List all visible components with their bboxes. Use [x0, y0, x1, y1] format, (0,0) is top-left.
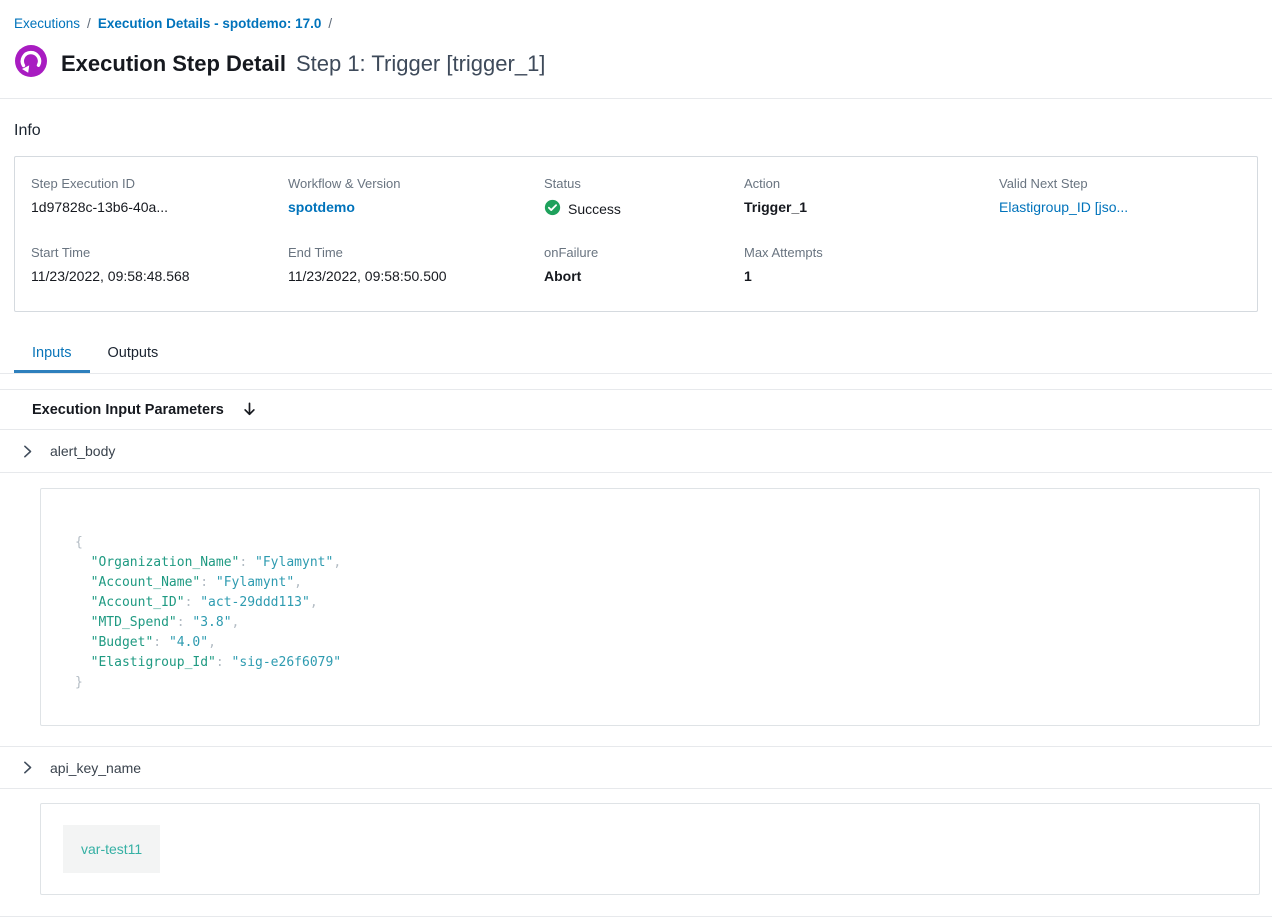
field-workflow-version: Workflow & Version spotdemo	[288, 176, 544, 219]
status-value: Success	[544, 199, 744, 219]
info-section-title: Info	[0, 99, 1272, 156]
field-end-time: End Time 11/23/2022, 09:58:50.500	[288, 245, 544, 284]
execution-input-parameters-header: Execution Input Parameters	[0, 389, 1272, 430]
param-row-api-key-name[interactable]: api_key_name	[0, 746, 1272, 789]
chevron-right-icon	[20, 444, 35, 459]
field-value: Abort	[544, 268, 744, 284]
field-valid-next-step: Valid Next Step Elastigroup_ID [jso...	[999, 176, 1241, 219]
breadcrumb-separator: /	[328, 16, 332, 31]
tab-inputs[interactable]: Inputs	[14, 334, 90, 373]
field-onfailure: onFailure Abort	[544, 245, 744, 284]
next-step-link[interactable]: Elastigroup_ID [jso...	[999, 199, 1241, 215]
api-key-name-value-panel: var-test11	[40, 803, 1260, 895]
page-title: Execution Step Detail	[61, 51, 286, 77]
field-label: Max Attempts	[744, 245, 999, 260]
param-name: alert_body	[50, 443, 115, 459]
field-label: Start Time	[31, 245, 288, 260]
field-value: 1d97828c-13b6-40a...	[31, 199, 288, 215]
success-check-icon	[544, 199, 561, 219]
param-row-alert-body[interactable]: alert_body	[0, 430, 1272, 473]
breadcrumb-link-execution-details[interactable]: Execution Details - spotdemo: 17.0	[98, 16, 322, 31]
execution-input-parameters-section: Execution Input Parameters alert_body { …	[0, 389, 1272, 919]
download-arrow-icon[interactable]	[241, 401, 258, 418]
field-max-attempts: Max Attempts 1	[744, 245, 999, 284]
field-label: Workflow & Version	[288, 176, 544, 191]
info-card: Step Execution ID 1d97828c-13b6-40a... W…	[14, 156, 1258, 312]
field-step-execution-id: Step Execution ID 1d97828c-13b6-40a...	[31, 176, 288, 219]
alert-body-code-panel: { "Organization_Name": "Fylamynt", "Acco…	[40, 488, 1260, 726]
workflow-link[interactable]: spotdemo	[288, 199, 544, 215]
field-action: Action Trigger_1	[744, 176, 999, 219]
chevron-right-icon	[20, 760, 35, 775]
breadcrumb: Executions / Execution Details - spotdem…	[0, 0, 1272, 31]
breadcrumb-link-executions[interactable]: Executions	[14, 16, 80, 31]
field-value: 11/23/2022, 09:58:50.500	[288, 268, 544, 284]
field-status: Status Success	[544, 176, 744, 219]
app-logo-icon	[14, 44, 48, 83]
execution-step-detail-page: Executions / Execution Details - spotdem…	[0, 0, 1272, 919]
breadcrumb-separator: /	[87, 16, 91, 31]
execution-input-parameters-title: Execution Input Parameters	[32, 402, 224, 418]
page-header: Execution Step Detail Step 1: Trigger [t…	[0, 31, 1272, 98]
field-start-time: Start Time 11/23/2022, 09:58:48.568	[31, 245, 288, 284]
field-label: Action	[744, 176, 999, 191]
api-key-name-value: var-test11	[63, 825, 160, 873]
status-text: Success	[568, 201, 621, 217]
inputs-outputs-tabs: Inputs Outputs	[0, 334, 1272, 374]
page-subtitle: Step 1: Trigger [trigger_1]	[296, 51, 545, 77]
field-value: 11/23/2022, 09:58:48.568	[31, 268, 288, 284]
alert-body-code: { "Organization_Name": "Fylamynt", "Acco…	[75, 533, 1225, 693]
field-label: End Time	[288, 245, 544, 260]
field-value: 1	[744, 268, 999, 284]
field-label: Valid Next Step	[999, 176, 1241, 191]
field-label: onFailure	[544, 245, 744, 260]
field-label: Step Execution ID	[31, 176, 288, 191]
field-label: Status	[544, 176, 744, 191]
tab-outputs[interactable]: Outputs	[90, 334, 177, 373]
field-value: Trigger_1	[744, 199, 999, 215]
param-name: api_key_name	[50, 760, 141, 776]
